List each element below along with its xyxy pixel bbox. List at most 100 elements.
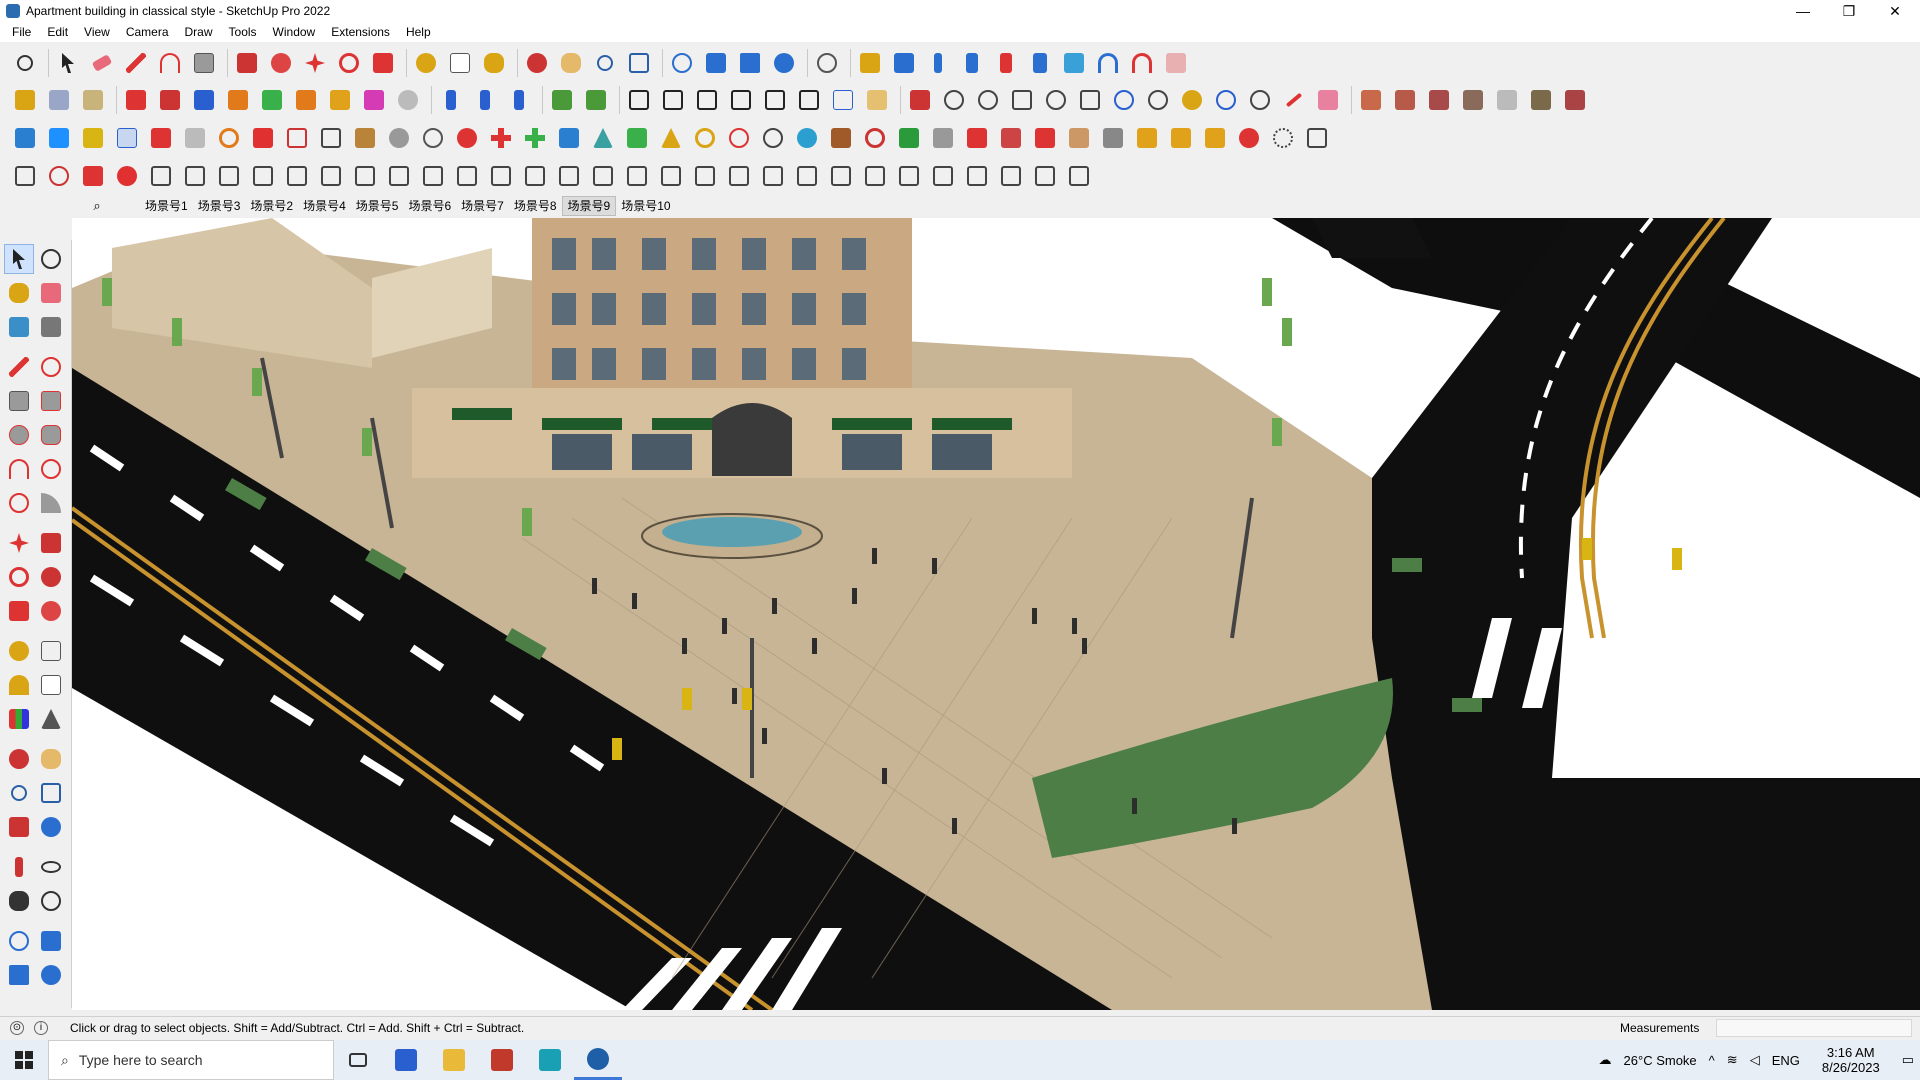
- scale-button[interactable]: [368, 48, 398, 78]
- layers-button[interactable]: [735, 48, 765, 78]
- 3d-text-tool[interactable]: [36, 704, 66, 734]
- red-shapes-2-button[interactable]: [996, 123, 1026, 153]
- profile-4-button[interactable]: [248, 161, 278, 191]
- profile-20-button[interactable]: [792, 161, 822, 191]
- select-tool[interactable]: [4, 244, 34, 274]
- menu-edit[interactable]: Edit: [39, 22, 76, 42]
- profile-17-button[interactable]: [690, 161, 720, 191]
- scene-tab-3[interactable]: 场景号3: [193, 197, 246, 215]
- polygon-tool[interactable]: [36, 420, 66, 450]
- solid-union-button[interactable]: [10, 123, 40, 153]
- notifications-icon[interactable]: ▭: [1902, 1052, 1914, 1068]
- dots-grid-button[interactable]: [1064, 123, 1094, 153]
- green-plant-button[interactable]: [622, 123, 652, 153]
- extension-manager-button[interactable]: [769, 48, 799, 78]
- protractor-tool[interactable]: [4, 670, 34, 700]
- green-cross-button[interactable]: [520, 123, 550, 153]
- rotate-tool[interactable]: [4, 562, 34, 592]
- dimension-button[interactable]: [1025, 48, 1055, 78]
- eraser-tool[interactable]: [36, 278, 66, 308]
- line-tool[interactable]: [4, 352, 34, 382]
- profile-23-button[interactable]: [894, 161, 924, 191]
- house-style-4-button[interactable]: [726, 85, 756, 115]
- menu-camera[interactable]: Camera: [118, 22, 177, 42]
- orbit-button[interactable]: [522, 48, 552, 78]
- zoom-extents-button[interactable]: [10, 48, 40, 78]
- shape-tool-button[interactable]: [189, 48, 219, 78]
- position-camera-tool[interactable]: [4, 852, 34, 882]
- house-style-6-button[interactable]: [794, 85, 824, 115]
- tape-measure-button[interactable]: [411, 48, 441, 78]
- sandbox-button[interactable]: [121, 85, 151, 115]
- red-cross-button[interactable]: [486, 123, 516, 153]
- section-plane-button[interactable]: [855, 48, 885, 78]
- warehouse-button[interactable]: [667, 48, 697, 78]
- profile-12-button[interactable]: [520, 161, 550, 191]
- paint-bucket-button[interactable]: [479, 48, 509, 78]
- measurements-field[interactable]: [1716, 1018, 1912, 1037]
- zoom-extents-tool[interactable]: [4, 812, 34, 842]
- red-dots-button[interactable]: [1234, 123, 1264, 153]
- make-component-button[interactable]: [10, 85, 40, 115]
- model-viewport[interactable]: [72, 218, 1920, 1010]
- follow-me-tool[interactable]: [36, 562, 66, 592]
- curve-tool-10-button[interactable]: [1211, 85, 1241, 115]
- curve-tool-11-button[interactable]: [1245, 85, 1275, 115]
- curve-tool-5-button[interactable]: [1041, 85, 1071, 115]
- weather-icon[interactable]: ☁: [1599, 1052, 1612, 1068]
- red-stack-button[interactable]: [282, 123, 312, 153]
- curve-tool-12-button[interactable]: [1279, 85, 1309, 115]
- network-icon[interactable]: ≋: [1727, 1052, 1738, 1068]
- move-tool[interactable]: [4, 528, 34, 558]
- line-tool-button[interactable]: [121, 48, 151, 78]
- profile-19-button[interactable]: [758, 161, 788, 191]
- curve-edit-2-button[interactable]: [44, 161, 74, 191]
- orbit-tool[interactable]: [4, 744, 34, 774]
- profile-6-button[interactable]: [316, 161, 346, 191]
- push-pull-button[interactable]: [232, 48, 262, 78]
- pie-tool[interactable]: [36, 488, 66, 518]
- profile-24-button[interactable]: [928, 161, 958, 191]
- house-style-2-button[interactable]: [658, 85, 688, 115]
- scene-tab-2[interactable]: 场景号2: [245, 197, 298, 215]
- curve-tool-1-button[interactable]: [905, 85, 935, 115]
- blue-x-button[interactable]: [554, 123, 584, 153]
- warning-button[interactable]: [656, 123, 686, 153]
- rectangle-tool[interactable]: [4, 386, 34, 416]
- profile-8-button[interactable]: [384, 161, 414, 191]
- scene-tab-7[interactable]: 场景号7: [456, 197, 509, 215]
- pan-tool[interactable]: [36, 744, 66, 774]
- view-iso-button[interactable]: [155, 85, 185, 115]
- offset-button[interactable]: [266, 48, 296, 78]
- scene-search-icon[interactable]: ⌕: [88, 197, 106, 215]
- sketchup-app[interactable]: [574, 1040, 622, 1080]
- move-button[interactable]: [300, 48, 330, 78]
- view-left-button[interactable]: [325, 85, 355, 115]
- scene-tab-1[interactable]: 场景号1: [140, 197, 193, 215]
- wireframe-button[interactable]: [436, 85, 466, 115]
- menu-tools[interactable]: Tools: [221, 22, 265, 42]
- rotate-button[interactable]: [334, 48, 364, 78]
- extension-warehouse-tool[interactable]: [36, 926, 66, 956]
- profile-9-button[interactable]: [418, 161, 448, 191]
- info-icon[interactable]: i: [34, 1020, 48, 1035]
- grey-tile-button[interactable]: [180, 123, 210, 153]
- circle-tool[interactable]: [4, 420, 34, 450]
- stairs-button[interactable]: [928, 123, 958, 153]
- ext-tool-1-button[interactable]: [1356, 85, 1386, 115]
- minimize-button[interactable]: —: [1780, 0, 1826, 22]
- zoom-window-tool[interactable]: [36, 778, 66, 808]
- text-tag-button[interactable]: [112, 123, 142, 153]
- scissors-button[interactable]: [724, 123, 754, 153]
- menu-draw[interactable]: Draw: [177, 22, 221, 42]
- fence-button[interactable]: [1098, 123, 1128, 153]
- ext-tool-4-button[interactable]: [1458, 85, 1488, 115]
- monochrome-button[interactable]: [504, 85, 534, 115]
- follow-me-button[interactable]: [393, 85, 423, 115]
- walk-tool[interactable]: [4, 886, 34, 916]
- green-cone-button[interactable]: [588, 123, 618, 153]
- profile-1-button[interactable]: [146, 161, 176, 191]
- link-button[interactable]: [384, 123, 414, 153]
- hidden-line-button[interactable]: [470, 85, 500, 115]
- profile-21-button[interactable]: [826, 161, 856, 191]
